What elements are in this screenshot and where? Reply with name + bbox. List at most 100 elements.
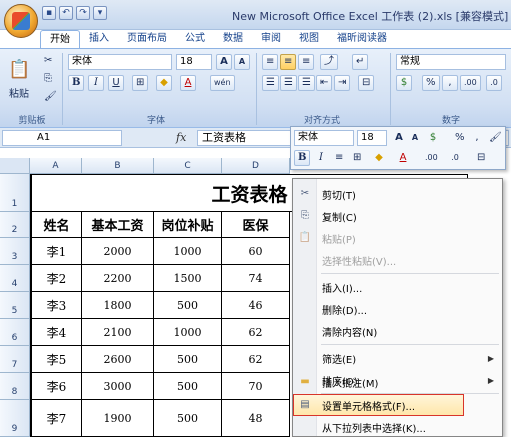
row-header[interactable]: 5 — [0, 292, 30, 319]
mini-fill-color-icon[interactable]: ◆ — [371, 150, 387, 166]
table-cell[interactable]: 1000 — [154, 319, 222, 346]
tab-formulas[interactable]: 公式 — [176, 30, 214, 48]
align-right-icon[interactable]: ☰ — [298, 75, 315, 91]
table-cell[interactable]: 48 — [222, 400, 290, 437]
mini-decrease-decimal-button[interactable]: .0 — [447, 150, 463, 166]
table-cell[interactable]: 2600 — [82, 346, 154, 373]
table-cell[interactable]: 2000 — [82, 238, 154, 265]
mini-comma-button[interactable]: , — [469, 130, 485, 146]
row-header[interactable]: 1 — [0, 174, 30, 212]
tab-page-layout[interactable]: 页面布局 — [118, 30, 176, 48]
mini-italic-button[interactable]: I — [313, 150, 329, 166]
table-cell[interactable]: 62 — [222, 346, 290, 373]
mini-percent-button[interactable]: % — [451, 130, 469, 146]
mini-font-color-icon[interactable]: A — [395, 150, 411, 166]
row-header[interactable]: 3 — [0, 238, 30, 265]
decrease-decimal-button[interactable]: .0 — [486, 75, 502, 91]
mini-increase-decimal-button[interactable]: .00 — [421, 150, 442, 166]
table-cell[interactable]: 2200 — [82, 265, 154, 292]
column-header-a[interactable]: A — [30, 158, 82, 174]
select-all-corner[interactable] — [0, 158, 30, 174]
table-cell[interactable]: 李2 — [30, 265, 82, 292]
currency-format-icon[interactable]: $ — [396, 75, 412, 91]
comma-style-button[interactable]: , — [442, 75, 458, 91]
grow-font-button[interactable]: A — [216, 54, 232, 70]
text-orientation-icon[interactable]: ⤴ — [320, 54, 338, 70]
table-header-cell[interactable]: 岗位补贴 — [154, 212, 222, 238]
customize-qat-icon[interactable]: ▾ — [93, 6, 107, 20]
menu-item-insert-comment[interactable]: ▬ 插入批注(M) — [293, 371, 502, 393]
table-cell[interactable]: 1000 — [154, 238, 222, 265]
table-cell[interactable]: 74 — [222, 265, 290, 292]
increase-indent-icon[interactable]: ⇥ — [334, 75, 351, 91]
align-bottom-icon[interactable]: ≡ — [298, 54, 315, 70]
fill-color-icon[interactable]: ◆ — [156, 75, 172, 91]
table-cell[interactable]: 500 — [154, 292, 222, 319]
copy-icon[interactable]: ⎘ — [40, 71, 56, 87]
table-cell[interactable]: 李3 — [30, 292, 82, 319]
row-header[interactable]: 9 — [0, 400, 30, 437]
underline-button[interactable]: U — [108, 75, 124, 91]
save-icon[interactable]: ▪ — [42, 6, 56, 20]
menu-item-copy[interactable]: ⎘ 复制(C) — [293, 205, 502, 227]
mini-font-select[interactable]: 宋体 — [294, 130, 354, 146]
font-size-select[interactable]: 18 — [176, 54, 212, 70]
percent-button[interactable]: % — [422, 75, 440, 91]
wrap-text-icon[interactable]: ↵ — [352, 54, 369, 70]
mini-size-select[interactable]: 18 — [357, 130, 387, 146]
align-center-icon[interactable]: ☰ — [280, 75, 297, 91]
row-header[interactable]: 2 — [0, 212, 30, 238]
align-top-icon[interactable]: ≡ — [262, 54, 279, 70]
menu-item-format-cells[interactable]: ▤ 设置单元格格式(F)... — [293, 394, 464, 416]
table-cell[interactable]: 60 — [222, 238, 290, 265]
bold-button[interactable]: B — [68, 75, 85, 91]
mini-shrink-font-icon[interactable]: A — [407, 130, 423, 146]
font-name-select[interactable]: 宋体 — [68, 54, 172, 70]
table-cell[interactable]: 500 — [154, 400, 222, 437]
office-button[interactable] — [4, 4, 38, 38]
table-cell[interactable]: 李6 — [30, 373, 82, 400]
italic-button[interactable]: I — [88, 75, 104, 91]
mini-currency-icon[interactable]: $ — [425, 130, 441, 146]
mini-merge-icon[interactable]: ⊟ — [473, 150, 489, 166]
menu-item-filter[interactable]: 筛选(E) ▶ — [293, 347, 502, 369]
shrink-font-button[interactable]: A — [234, 54, 250, 70]
menu-item-cut[interactable]: ✂ 剪切(T) — [293, 183, 502, 205]
table-cell[interactable]: 2100 — [82, 319, 154, 346]
cut-icon[interactable]: ✂ — [40, 53, 56, 69]
table-cell[interactable]: 李7 — [30, 400, 82, 437]
column-header-b[interactable]: B — [82, 158, 154, 174]
menu-item-insert[interactable]: 插入(I)... — [293, 276, 502, 298]
column-header-c[interactable]: C — [154, 158, 222, 174]
menu-item-clear-contents[interactable]: 清除内容(N) — [293, 320, 502, 342]
increase-decimal-button[interactable]: .00 — [460, 75, 481, 91]
row-header[interactable]: 7 — [0, 346, 30, 373]
font-color-icon[interactable]: A — [180, 75, 196, 91]
table-cell[interactable]: 500 — [154, 373, 222, 400]
column-header-d[interactable]: D — [222, 158, 290, 174]
menu-item-delete[interactable]: 删除(D)... — [293, 298, 502, 320]
decrease-indent-icon[interactable]: ⇤ — [316, 75, 333, 91]
insert-function-button[interactable]: fx — [176, 131, 186, 144]
mini-format-painter-icon[interactable]: 🖌 — [485, 130, 506, 146]
undo-icon[interactable]: ↶ — [59, 6, 73, 20]
tab-home[interactable]: 开始 — [40, 30, 80, 48]
mini-center-icon[interactable]: ≡ — [331, 150, 347, 166]
menu-item-pick-from-list[interactable]: 从下拉列表中选择(K)... — [293, 416, 502, 437]
paste-button[interactable]: 粘贴 — [4, 87, 34, 103]
table-header-cell[interactable]: 医保 — [222, 212, 290, 238]
table-cell[interactable]: 李5 — [30, 346, 82, 373]
redo-icon[interactable]: ↷ — [76, 6, 90, 20]
align-left-icon[interactable]: ☰ — [262, 75, 279, 91]
number-format-select[interactable]: 常规 — [396, 54, 506, 70]
row-header[interactable]: 6 — [0, 319, 30, 346]
tab-view[interactable]: 视图 — [290, 30, 328, 48]
tab-foxit-reader[interactable]: 福昕阅读器 — [328, 30, 396, 48]
table-cell[interactable]: 1800 — [82, 292, 154, 319]
pinyin-guide-button[interactable]: wén — [210, 75, 235, 91]
table-cell[interactable]: 1500 — [154, 265, 222, 292]
row-header[interactable]: 8 — [0, 373, 30, 400]
tab-insert[interactable]: 插入 — [80, 30, 118, 48]
merge-center-icon[interactable]: ⊟ — [358, 75, 375, 91]
table-cell[interactable]: 70 — [222, 373, 290, 400]
